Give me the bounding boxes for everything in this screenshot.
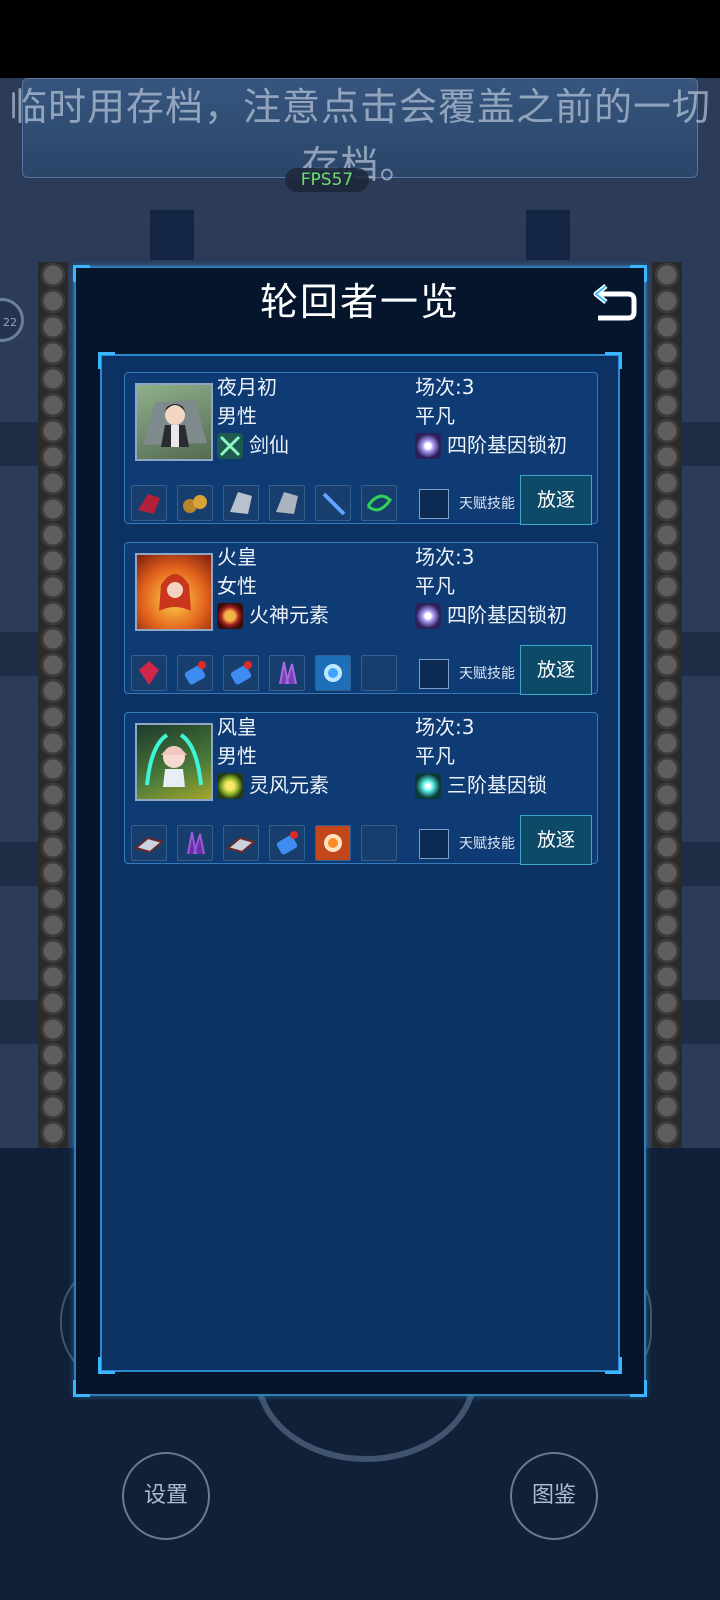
- character-session: 场次:3: [415, 545, 475, 569]
- talent-label: 天赋技能: [459, 496, 515, 512]
- wind-swirl-icon: [217, 773, 243, 799]
- status-bar: [0, 0, 720, 78]
- gene-lock-level: 四阶基因锁初: [447, 433, 567, 457]
- chain-right: [652, 262, 682, 1148]
- talent-label: 天赋技能: [459, 666, 515, 682]
- fire-skull-icon: [217, 603, 243, 629]
- character-class: 火神元素: [249, 603, 329, 627]
- corner-ornament: [98, 1357, 115, 1374]
- gene-lock-level: 三阶基因锁: [447, 773, 547, 797]
- talent-checkbox[interactable]: [419, 829, 449, 859]
- empty-slot[interactable]: [361, 825, 397, 861]
- character-session: 场次:3: [415, 715, 475, 739]
- talent-checkbox[interactable]: [419, 489, 449, 519]
- blue-orb-icon[interactable]: [315, 655, 351, 691]
- character-card[interactable]: 夜月初 男性 剑仙 场次:3 平凡 四阶基因锁初 天赋技能 放逐: [124, 372, 598, 525]
- character-rank: 平凡: [415, 744, 455, 768]
- corner-ornament: [605, 1357, 622, 1374]
- bg-pillar: [526, 210, 570, 260]
- character-session: 场次:3: [415, 375, 475, 399]
- purple-star-icon: [415, 433, 441, 459]
- character-card[interactable]: 风皇 男性 灵风元素 场次:3 平凡 三阶基因锁 天赋技能 放逐: [124, 712, 598, 865]
- bg-pillar: [150, 210, 194, 260]
- character-rank: 平凡: [415, 574, 455, 598]
- silver-ore-icon[interactable]: [223, 485, 259, 521]
- orange-orb-icon[interactable]: [315, 825, 351, 861]
- character-class: 剑仙: [249, 433, 289, 457]
- bg-stripe: [0, 422, 40, 466]
- purple-crystal-icon[interactable]: [177, 825, 213, 861]
- open-book-icon[interactable]: [223, 825, 259, 861]
- expel-button[interactable]: 放逐: [520, 645, 592, 695]
- expel-button[interactable]: 放逐: [520, 815, 592, 865]
- character-name: 夜月初: [217, 375, 277, 399]
- gold-ore-icon[interactable]: [177, 485, 213, 521]
- red-crystal-icon[interactable]: [131, 485, 167, 521]
- talent-checkbox[interactable]: [419, 659, 449, 689]
- corner-ornament: [73, 1380, 90, 1397]
- purple-star-icon: [415, 603, 441, 629]
- chain-left: [38, 262, 68, 1148]
- bg-stripe: [0, 632, 40, 676]
- character-rank: 平凡: [415, 404, 455, 428]
- fps-counter: FPS57: [285, 168, 369, 192]
- gene-lock-level: 四阶基因锁初: [447, 603, 567, 627]
- character-gender: 男性: [217, 404, 257, 428]
- empty-slot[interactable]: [361, 655, 397, 691]
- swordsman-portrait-icon: [135, 383, 213, 461]
- wind-emperor-portrait-icon: [135, 723, 213, 801]
- blue-potion-icon[interactable]: [177, 655, 213, 691]
- settings-button[interactable]: 设置: [122, 1452, 210, 1540]
- character-name: 火皇: [217, 545, 257, 569]
- blue-potion-icon[interactable]: [269, 825, 305, 861]
- cyan-star-icon: [415, 773, 441, 799]
- open-book-icon[interactable]: [131, 825, 167, 861]
- character-gender: 女性: [217, 574, 257, 598]
- character-class: 灵风元素: [249, 773, 329, 797]
- codex-button[interactable]: 图鉴: [510, 1452, 598, 1540]
- red-gem-icon[interactable]: [131, 655, 167, 691]
- corner-ornament: [605, 352, 622, 369]
- character-name: 风皇: [217, 715, 257, 739]
- bg-stripe: [0, 842, 40, 886]
- green-spiral-icon[interactable]: [361, 485, 397, 521]
- bg-stripe: [0, 1000, 40, 1044]
- character-gender: 男性: [217, 744, 257, 768]
- purple-crystal-icon[interactable]: [269, 655, 305, 691]
- blue-potion-icon[interactable]: [223, 655, 259, 691]
- return-arrow-icon: [593, 284, 637, 321]
- expel-button[interactable]: 放逐: [520, 475, 592, 525]
- character-card[interactable]: 火皇 女性 火神元素 场次:3 平凡 四阶基因锁初 天赋技能 放逐: [124, 542, 598, 695]
- talent-label: 天赋技能: [459, 836, 515, 852]
- fire-empress-portrait-icon: [135, 553, 213, 631]
- back-button[interactable]: [592, 278, 640, 324]
- corner-ornament: [98, 352, 115, 369]
- silver-ore-icon[interactable]: [269, 485, 305, 521]
- corner-ornament: [630, 1380, 647, 1397]
- crossed-swords-icon: [217, 433, 243, 459]
- blue-blade-icon[interactable]: [315, 485, 351, 521]
